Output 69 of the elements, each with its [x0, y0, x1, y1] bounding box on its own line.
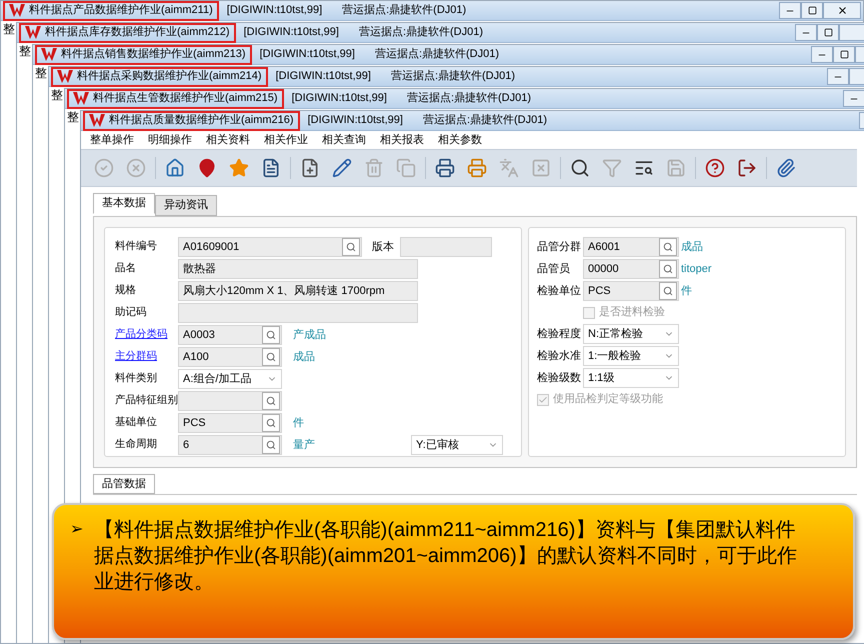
field-label: 基础单位	[115, 415, 158, 430]
window-title: 料件据点销售数据维护作业(aimm213)	[61, 46, 246, 62]
field-label: 规格	[115, 283, 137, 298]
select-field[interactable]: 1:一般检验	[583, 346, 679, 366]
window-title: 料件据点质量数据维护作业(aimm216)	[109, 112, 294, 128]
site-label: 营运据点:鼎捷软件(DJ01)	[342, 2, 466, 18]
callout-text: 【料件据点数据维护作业(各职能)(aimm211~aimm216)】资料与【集团默认料件据点数据维护作业(各职能)(aimm201~aimm206)】的默认资料不同时，可于此作业进行修改。	[94, 518, 798, 595]
menu-item[interactable]: 相关资料	[206, 132, 250, 148]
menu-item[interactable]: 相关作业	[264, 132, 308, 148]
field-label: 生命周期	[115, 437, 158, 452]
menu-item[interactable]: 相关报表	[380, 132, 424, 148]
field-label: 品管分群	[537, 240, 582, 255]
menu-item[interactable]: 整单操作	[90, 132, 134, 148]
window-title: 料件据点生管数据维护作业(aimm215)	[93, 90, 278, 106]
checkbox-label: 是否进料检验	[599, 305, 665, 320]
menu-item[interactable]: 相关参数	[438, 132, 482, 148]
menu-item[interactable]: 相关查询	[322, 132, 366, 148]
bullet-mark: ➢	[70, 520, 84, 540]
server-label: [DIGIWIN:t10tst,99]	[244, 25, 339, 40]
tab[interactable]: 品管数据	[93, 474, 155, 494]
field-link[interactable]: 产品分类码	[115, 327, 178, 343]
server-label: [DIGIWIN:t10tst,99]	[260, 47, 355, 62]
field-label: 版本	[372, 240, 395, 255]
menu-item[interactable]: 整	[3, 21, 15, 37]
window-title: 料件据点库存数据维护作业(aimm212)	[45, 24, 230, 40]
server-label: [DIGIWIN:t10tst,99]	[276, 69, 371, 84]
description-text: 件	[681, 284, 692, 299]
field-label: 料件编号	[115, 239, 158, 254]
description-text: 件	[293, 416, 304, 431]
server-label: [DIGIWIN:t10tst,99]	[226, 3, 322, 18]
site-label: 营运据点:鼎捷软件(DJ01)	[374, 46, 499, 62]
site-label: 营运据点:鼎捷软件(DJ01)	[358, 24, 483, 40]
menu-item[interactable]: 明细操作	[148, 132, 192, 148]
select-field[interactable]: 1:1级	[583, 368, 679, 388]
field-label: 检验单位	[537, 284, 582, 299]
window-title: 料件据点采购数据维护作业(aimm214)	[77, 68, 262, 84]
menu-item[interactable]: 整	[67, 109, 79, 125]
description-text: 成品	[681, 240, 703, 255]
site-label: 营运据点:鼎捷软件(DJ01)	[422, 112, 547, 128]
window-title: 料件据点产品数据维护作业(aimm211)	[29, 2, 213, 18]
field-label: 检验程度	[537, 326, 582, 342]
server-label: [DIGIWIN:t10tst,99]	[292, 91, 387, 106]
checkbox-label: 使用品检判定等级功能	[553, 392, 663, 408]
field-link[interactable]: 主分群码	[115, 349, 178, 365]
select-field[interactable]: N:正常检验	[583, 324, 679, 344]
select-field[interactable]: A:组合/加工品	[178, 369, 282, 389]
site-label: 营运据点:鼎捷软件(DJ01)	[390, 68, 515, 84]
menu-item[interactable]: 整	[19, 43, 31, 59]
description-text: 产成品	[293, 328, 326, 343]
input-field[interactable]: 散热器	[178, 259, 418, 279]
field-label: 料件类别	[115, 371, 158, 386]
field-label: 助记码	[115, 305, 148, 320]
field-label: 品名	[115, 261, 137, 276]
menu-item[interactable]: 整	[35, 65, 47, 81]
input-field[interactable]: A01609001	[178, 237, 362, 257]
site-label: 营运据点:鼎捷软件(DJ01)	[406, 90, 531, 106]
tab[interactable]: 异动资讯	[155, 195, 217, 216]
field-label: 检验水准	[537, 348, 582, 364]
server-label: [DIGIWIN:t10tst,99]	[308, 113, 403, 128]
menu-item[interactable]: 整	[51, 87, 63, 103]
field-label: 产品特征组别	[115, 393, 178, 408]
field-label: 品管员	[537, 262, 571, 277]
input-field[interactable]: 风扇大小120mm X 1、风扇转速 1700rpm	[178, 281, 418, 301]
tab[interactable]: 基本数据	[93, 193, 155, 214]
description-text: 量产	[293, 438, 315, 453]
description-text: titoper	[681, 262, 712, 277]
field-label: 检验级数	[537, 370, 582, 386]
select-field[interactable]: Y:已审核	[411, 435, 503, 455]
description-text: 成品	[293, 350, 315, 365]
